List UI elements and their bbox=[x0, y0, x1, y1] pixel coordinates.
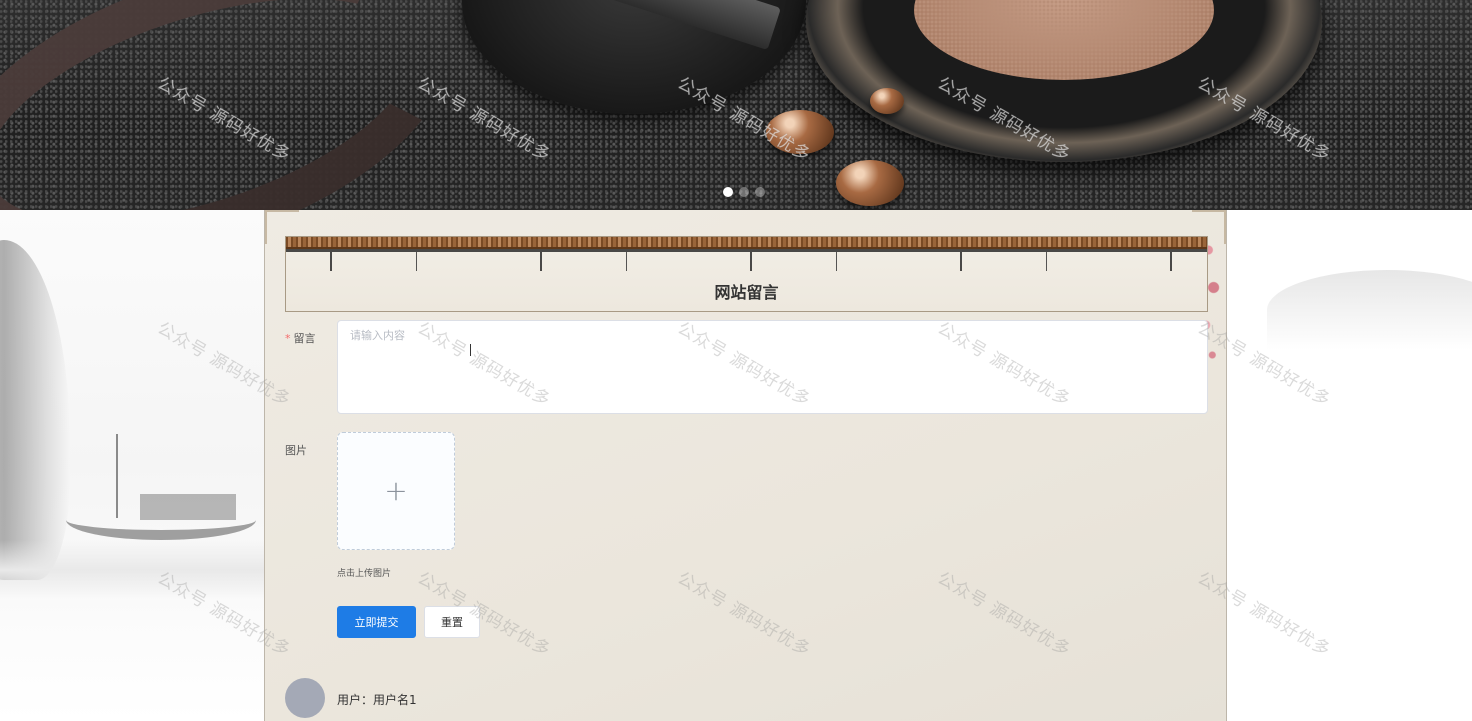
ink-boat-cabin bbox=[140, 494, 236, 520]
banner-pearl bbox=[766, 110, 834, 154]
carousel-dot-1[interactable] bbox=[723, 187, 733, 197]
banner-pearl bbox=[836, 160, 904, 206]
image-label: 图片 bbox=[285, 444, 307, 457]
banner-pearl bbox=[870, 88, 904, 114]
carousel-dot-3[interactable] bbox=[755, 187, 765, 197]
comment-username: 用户：用户名1 bbox=[337, 693, 417, 707]
required-mark: * bbox=[285, 332, 291, 345]
ink-drip-border bbox=[286, 249, 1207, 271]
upload-tip: 点击上传图片 bbox=[337, 569, 392, 579]
message-label-text: 留言 bbox=[293, 332, 316, 345]
text-cursor bbox=[470, 344, 472, 356]
hero-carousel[interactable] bbox=[0, 0, 1472, 210]
ink-rock bbox=[0, 240, 70, 580]
carousel-indicators bbox=[723, 187, 765, 197]
carousel-dot-2[interactable] bbox=[739, 187, 749, 197]
submit-button[interactable]: 立即提交 bbox=[337, 606, 416, 638]
ink-mist bbox=[0, 540, 264, 600]
ink-hill bbox=[1267, 270, 1472, 350]
ink-painting-right bbox=[1227, 210, 1472, 721]
fret-border bbox=[286, 237, 1207, 249]
message-board-panel: 网站留言 *留言 图片 + 点击上传图片 立即提交 重置 用户：用户名1 bbox=[264, 210, 1227, 721]
message-textarea[interactable] bbox=[337, 320, 1208, 414]
plus-icon: + bbox=[384, 474, 408, 507]
ink-painting-left bbox=[0, 210, 264, 721]
banner-ribbon-decoration bbox=[0, 0, 488, 210]
message-label: * 留言 bbox=[285, 330, 316, 346]
page-title: 网站留言 bbox=[714, 283, 779, 302]
reset-button[interactable]: 重置 bbox=[424, 606, 480, 638]
avatar bbox=[285, 678, 325, 718]
image-upload-button[interactable]: + bbox=[337, 432, 455, 550]
title-banner: 网站留言 bbox=[285, 236, 1208, 312]
